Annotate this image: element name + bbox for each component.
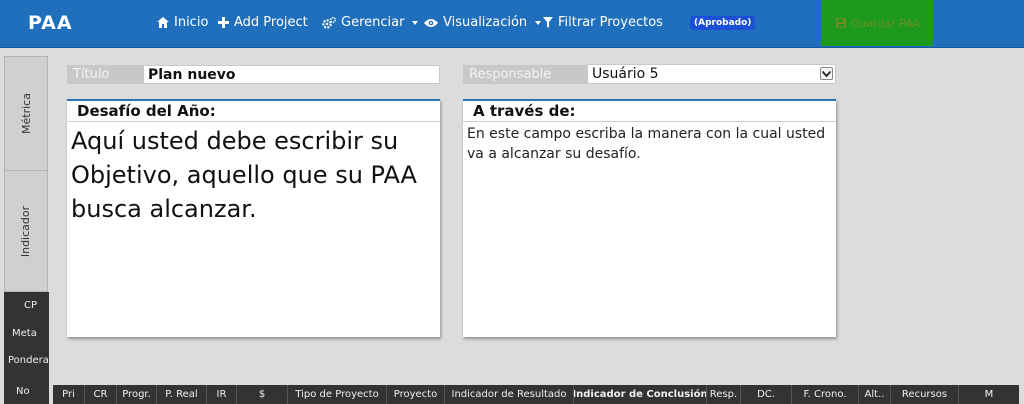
column-header[interactable]: Proyecto [387, 385, 445, 404]
nav-filtrar-proyectos-label: Filtrar Proyectos [558, 15, 663, 30]
column-header[interactable]: Progr. [117, 385, 157, 404]
title-label: Título [67, 65, 144, 84]
nav-filtrar-proyectos[interactable]: Filtrar Proyectos [543, 15, 663, 30]
column-header[interactable]: CR [85, 385, 117, 404]
metric-ponderacion: Ponderación [8, 355, 49, 366]
column-header[interactable]: Pri [53, 385, 85, 404]
through-panel: A través de: En este campo escriba la ma… [463, 99, 836, 337]
tab-indicador[interactable]: Indicador [5, 171, 47, 291]
table-column-headers: Pri CR Progr. P. Real IR $ Tipo de Proye… [53, 385, 1019, 404]
responsible-select[interactable]: Usuário 5 [587, 64, 836, 84]
nav-inicio-label: Inicio [174, 15, 209, 30]
column-header[interactable]: P. Real [157, 385, 207, 404]
nav-add-project-label: Add Project [234, 15, 308, 30]
side-tabs: Métrica Indicador [4, 56, 48, 292]
metric-meta: Meta [12, 328, 37, 339]
challenge-header: Desafío del Año: [67, 101, 440, 122]
nav-gerenciar[interactable]: Gerenciar [322, 15, 419, 30]
column-header[interactable]: Recursos [891, 385, 959, 404]
floppy-disk-icon [835, 18, 846, 28]
cogs-icon [322, 16, 336, 29]
chevron-down-icon[interactable] [820, 67, 833, 80]
top-navbar: PAA Inicio Add Project Gerenciar Visuali… [0, 0, 1024, 48]
tab-metrica[interactable]: Métrica [5, 57, 47, 171]
chevron-down-icon [412, 20, 419, 25]
through-textarea[interactable]: En este campo escriba la manera con la c… [463, 122, 836, 166]
brand-logo[interactable]: PAA [28, 12, 73, 34]
column-header[interactable]: $ [237, 385, 288, 404]
nav-add-project[interactable]: Add Project [218, 15, 308, 30]
metric-no: No [16, 386, 30, 397]
column-header[interactable]: Indicador de Conclusión [574, 385, 707, 404]
column-header[interactable]: Alt.. [859, 385, 891, 404]
tab-metrica-label: Métrica [19, 93, 33, 134]
plus-icon [218, 17, 229, 28]
nav-inicio[interactable]: Inicio [157, 15, 208, 30]
responsible-label: Responsable [463, 65, 587, 84]
challenge-panel: Desafío del Año: Aquí usted debe escribi… [67, 99, 440, 337]
filter-icon [543, 17, 553, 28]
chevron-down-icon [535, 20, 542, 25]
metric-cp: CP [24, 300, 38, 311]
nav-visualizacion-label: Visualización [443, 15, 528, 30]
home-icon [157, 17, 169, 28]
column-header[interactable]: IR [207, 385, 237, 404]
save-paa-button[interactable]: Guardar PAA [821, 0, 933, 46]
nav-visualizacion[interactable]: Visualización [424, 15, 542, 30]
save-paa-label: Guardar PAA [850, 16, 921, 30]
responsible-value: Usuário 5 [592, 66, 659, 82]
metrics-panel: CP Meta Ponderación No [4, 292, 49, 404]
eye-icon [424, 18, 438, 27]
column-header[interactable]: F. Crono. [792, 385, 859, 404]
through-header: A través de: [463, 101, 836, 122]
column-header[interactable]: DC. [741, 385, 792, 404]
title-input[interactable]: Plan nuevo [143, 65, 440, 84]
column-header[interactable]: Resp. [707, 385, 741, 404]
column-header[interactable]: Tipo de Proyecto [288, 385, 387, 404]
column-header[interactable]: Indicador de Resultado [445, 385, 574, 404]
nav-gerenciar-label: Gerenciar [341, 15, 405, 30]
challenge-textarea[interactable]: Aquí usted debe escribir su Objetivo, aq… [67, 122, 440, 228]
status-badge: (Aprobado) [690, 16, 756, 30]
column-header[interactable]: M [959, 385, 1019, 404]
tab-indicador-label: Indicador [19, 205, 33, 257]
